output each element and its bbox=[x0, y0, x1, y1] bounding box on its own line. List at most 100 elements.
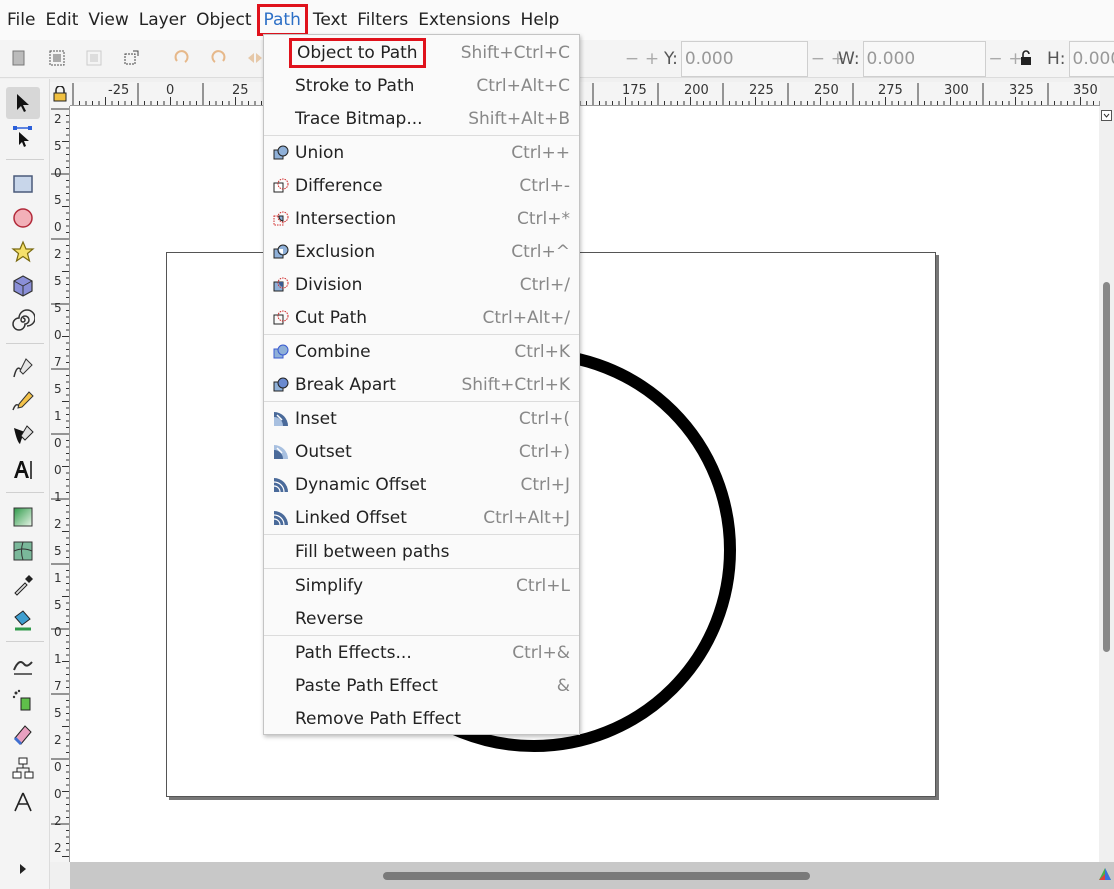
path-menu-item-reverse[interactable]: Reverse bbox=[264, 602, 579, 635]
menu-item-shortcut: Ctrl+/ bbox=[519, 274, 570, 295]
measure-tool[interactable] bbox=[9, 788, 37, 816]
guide-lock-icon[interactable] bbox=[53, 86, 67, 102]
select-all-layers-icon[interactable] bbox=[48, 49, 66, 67]
ruler-label: 0 bbox=[54, 166, 62, 180]
ruler-label: 200 bbox=[684, 83, 709, 98]
ruler-label: 5 bbox=[54, 706, 62, 720]
path-menu-item-union[interactable]: Union Ctrl++ bbox=[264, 136, 579, 169]
path-menu-item-outset[interactable]: Outset Ctrl+) bbox=[264, 435, 579, 468]
path-menu-item-exclusion[interactable]: Exclusion Ctrl+^ bbox=[264, 235, 579, 268]
path-menu-item-inset[interactable]: Inset Ctrl+( bbox=[264, 402, 579, 435]
color-manage-icon[interactable] bbox=[1098, 867, 1112, 881]
ruler-label: 300 bbox=[944, 83, 969, 98]
path-menu-item-path-effects[interactable]: Path Effects... Ctrl+& bbox=[264, 636, 579, 669]
selector-arrow-icon bbox=[17, 94, 29, 112]
menu-text[interactable]: Text bbox=[308, 4, 352, 36]
w-decrement[interactable]: − bbox=[986, 49, 1006, 69]
select-all-icon[interactable] bbox=[10, 49, 28, 67]
path-menu-item-division[interactable]: Division Ctrl+/ bbox=[264, 268, 579, 301]
node-arrow-icon bbox=[13, 126, 32, 147]
menu-object[interactable]: Object bbox=[191, 4, 256, 36]
path-menu-item-remove-path-effect[interactable]: Remove Path Effect bbox=[264, 702, 579, 735]
path-menu-item-linked-offset[interactable]: Linked Offset Ctrl+Alt+J bbox=[264, 501, 579, 534]
menu-item-shortcut: Ctrl+L bbox=[516, 575, 570, 596]
ruler-label: 5 bbox=[54, 193, 62, 207]
bezier-tool[interactable] bbox=[9, 354, 37, 382]
menu-file[interactable]: File bbox=[2, 4, 40, 36]
menu-item-shortcut: Shift+Alt+B bbox=[468, 108, 570, 129]
x-increment[interactable]: + bbox=[642, 49, 662, 69]
w-input[interactable]: 0.000 bbox=[862, 41, 986, 77]
toolbox-separator bbox=[6, 641, 44, 642]
path-menu-item-fill-between-paths[interactable]: Fill between paths bbox=[264, 535, 579, 568]
menu-view[interactable]: View bbox=[83, 4, 133, 36]
menu-help[interactable]: Help bbox=[516, 4, 565, 36]
node-tool[interactable] bbox=[9, 122, 37, 150]
menu-item-shortcut: & bbox=[556, 675, 570, 696]
h-input[interactable]: 0.000 bbox=[1068, 41, 1114, 77]
x-decrement[interactable]: − bbox=[622, 49, 642, 69]
connector-tool[interactable] bbox=[9, 754, 37, 782]
flip-horizontal-icon[interactable] bbox=[246, 49, 264, 67]
calligraphy-pen-icon bbox=[14, 425, 34, 444]
circle-object[interactable] bbox=[70, 106, 1099, 862]
path-menu-item-combine[interactable]: Combine Ctrl+K bbox=[264, 335, 579, 368]
pen-icon bbox=[13, 358, 33, 378]
menu-item-shortcut: Ctrl+J bbox=[520, 474, 570, 495]
y-input[interactable]: 0.000 bbox=[680, 41, 808, 77]
ellipse-tool[interactable] bbox=[9, 204, 37, 232]
ruler-label: 5 bbox=[54, 382, 62, 396]
selector-tool[interactable] bbox=[6, 87, 40, 119]
path-menu-item-intersection[interactable]: Intersection Ctrl+* bbox=[264, 202, 579, 235]
path-menu-item-stroke-to-path[interactable]: Stroke to Path Ctrl+Alt+C bbox=[264, 69, 579, 102]
horizontal-scroll-thumb[interactable] bbox=[383, 872, 810, 880]
eraser-tool[interactable] bbox=[9, 720, 37, 748]
vertical-scrollbar[interactable] bbox=[1099, 106, 1114, 862]
path-menu-item-cut-path[interactable]: Cut Path Ctrl+Alt+/ bbox=[264, 301, 579, 334]
menu-filters[interactable]: Filters bbox=[352, 4, 413, 36]
cut-path-icon bbox=[273, 310, 289, 324]
paint-bucket-tool[interactable] bbox=[9, 605, 37, 633]
rectangle-tool[interactable] bbox=[9, 170, 37, 198]
intersection-icon bbox=[273, 211, 289, 225]
horizontal-scrollbar[interactable] bbox=[70, 862, 1114, 889]
rotate-cw-icon[interactable] bbox=[210, 49, 228, 67]
menu-layer[interactable]: Layer bbox=[134, 4, 191, 36]
dropper-tool[interactable] bbox=[9, 571, 37, 599]
y-label: Y: bbox=[664, 49, 678, 69]
y-decrement[interactable]: − bbox=[808, 49, 828, 69]
3d-box-tool[interactable] bbox=[9, 272, 37, 300]
vertical-scroll-thumb[interactable] bbox=[1103, 282, 1110, 652]
scroll-corner-icon[interactable] bbox=[1101, 110, 1112, 121]
menu-edit[interactable]: Edit bbox=[40, 4, 83, 36]
rotate-ccw-icon[interactable] bbox=[172, 49, 190, 67]
spiral-tool[interactable] bbox=[9, 306, 37, 334]
path-menu-item-paste-path-effect[interactable]: Paste Path Effect & bbox=[264, 669, 579, 702]
path-menu-item-trace-bitmap[interactable]: Trace Bitmap... Shift+Alt+B bbox=[264, 102, 579, 135]
division-icon bbox=[273, 277, 289, 291]
deselect-icon[interactable] bbox=[85, 49, 103, 67]
tweak-tool[interactable] bbox=[9, 652, 37, 680]
mesh-tool[interactable] bbox=[9, 537, 37, 565]
pencil-tool[interactable] bbox=[9, 388, 37, 416]
transform-handles-icon[interactable] bbox=[122, 49, 140, 67]
difference-icon bbox=[273, 178, 289, 192]
menu-item-shortcut: Shift+Ctrl+K bbox=[461, 374, 570, 395]
menu-extensions[interactable]: Extensions bbox=[413, 4, 515, 36]
path-menu-item-object-to-path[interactable]: Object to Path Shift+Ctrl+C bbox=[264, 36, 579, 69]
star-tool[interactable] bbox=[9, 238, 37, 266]
ruler-label: 1 bbox=[54, 652, 62, 666]
lock-icon[interactable] bbox=[1017, 49, 1035, 67]
path-menu-item-dynamic-offset[interactable]: Dynamic Offset Ctrl+J bbox=[264, 468, 579, 501]
drawing-canvas[interactable] bbox=[70, 106, 1099, 862]
path-menu-item-simplify[interactable]: Simplify Ctrl+L bbox=[264, 569, 579, 602]
path-menu-item-difference[interactable]: Difference Ctrl+- bbox=[264, 169, 579, 202]
gradient-tool[interactable] bbox=[9, 503, 37, 531]
toolbox-expand-icon[interactable] bbox=[18, 863, 28, 875]
path-menu-item-break-apart[interactable]: Break Apart Shift+Ctrl+K bbox=[264, 368, 579, 401]
spray-tool[interactable] bbox=[9, 686, 37, 714]
calligraphy-tool[interactable] bbox=[9, 422, 37, 450]
menu-path[interactable]: Path bbox=[256, 4, 308, 36]
menu-item-label: Break Apart bbox=[295, 374, 396, 395]
text-tool[interactable] bbox=[9, 456, 37, 484]
